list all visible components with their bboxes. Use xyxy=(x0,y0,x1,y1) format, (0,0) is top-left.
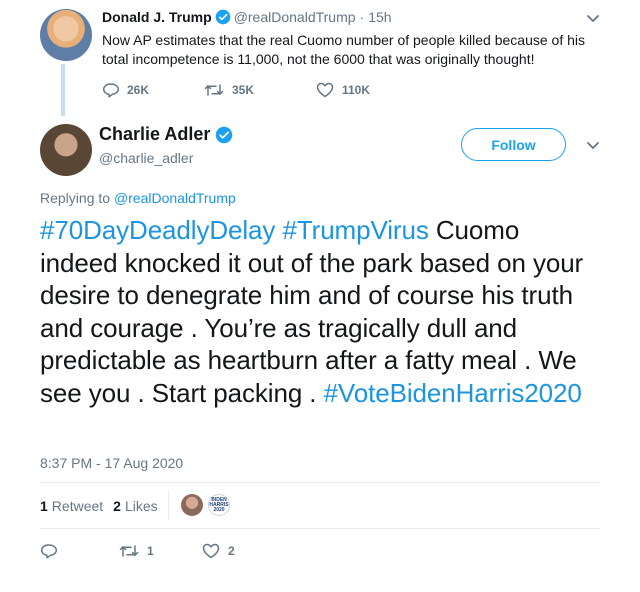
hashtag-link[interactable]: #TrumpVirus xyxy=(282,215,428,245)
likes-stat[interactable]: 2 Likes xyxy=(113,498,157,514)
parent-like-button[interactable]: 110K xyxy=(316,82,370,98)
stats-divider xyxy=(168,490,169,520)
verified-icon xyxy=(216,126,233,143)
retweets-stat[interactable]: 1 Retweet xyxy=(40,498,103,514)
parent-like-count: 110K xyxy=(342,83,371,97)
parent-retweet-button[interactable]: 35K xyxy=(204,82,286,98)
main-like-count: 2 xyxy=(228,544,235,558)
liker-avatar[interactable] xyxy=(181,494,203,516)
replying-to-label: Replying to xyxy=(40,190,111,206)
divider xyxy=(40,482,600,483)
main-author-name[interactable]: Charlie Adler xyxy=(99,124,210,145)
main-author-row: Charlie Adler xyxy=(99,124,236,145)
verified-icon xyxy=(215,9,231,25)
likes-number: 2 xyxy=(113,498,121,514)
main-avatar[interactable] xyxy=(40,124,92,176)
tweet-stats: 1 Retweet 2 Likes xyxy=(40,498,168,514)
retweet-icon xyxy=(204,84,224,96)
retweet-icon xyxy=(119,545,139,557)
heart-icon xyxy=(316,82,334,98)
parent-tweet-header: Donald J. Trump @realDonaldTrump · 15h xyxy=(102,9,392,25)
parent-author-handle[interactable]: @realDonaldTrump xyxy=(234,9,356,25)
parent-reply-count: 26K xyxy=(127,83,150,97)
retweets-number: 1 xyxy=(40,498,48,514)
main-tweet-text: #70DayDeadlyDelay #TrumpVirus Cuomo inde… xyxy=(40,214,600,410)
main-retweet-count: 1 xyxy=(147,544,154,558)
main-like-button[interactable]: 2 xyxy=(202,543,235,559)
parent-tweet-time[interactable]: 15h xyxy=(368,9,391,25)
retweets-label: Retweet xyxy=(51,498,104,514)
replying-to: Replying to @realDonaldTrump xyxy=(40,190,236,206)
parent-tweet-actions: 26K 35K 110K xyxy=(102,82,400,98)
parent-avatar[interactable] xyxy=(40,9,92,61)
hashtag-link[interactable]: #70DayDeadlyDelay xyxy=(40,215,275,245)
heart-icon xyxy=(202,543,220,559)
separator-dot: · xyxy=(359,9,365,25)
hashtag-link[interactable]: #VoteBidenHarris2020 xyxy=(324,378,582,408)
reply-icon xyxy=(102,83,119,98)
parent-reply-button[interactable]: 26K xyxy=(102,82,174,98)
likes-label: Likes xyxy=(124,498,158,514)
parent-retweet-count: 35K xyxy=(232,83,255,97)
main-reply-button[interactable] xyxy=(40,543,119,559)
main-author-handle[interactable]: @charlie_adler xyxy=(99,150,193,166)
main-chevron-down-icon[interactable] xyxy=(584,137,602,155)
main-tweet-actions: 1 2 xyxy=(40,543,235,559)
parent-tweet-text: Now AP estimates that the real Cuomo num… xyxy=(102,32,586,67)
badge-text: BIDEN HARRIS 2020 xyxy=(209,496,229,513)
likers-avatars: BIDEN HARRIS 2020 xyxy=(181,494,235,516)
liker-avatar-badge[interactable]: BIDEN HARRIS 2020 xyxy=(208,494,230,516)
parent-author-name[interactable]: Donald J. Trump xyxy=(102,9,212,25)
thread-line xyxy=(61,64,65,116)
replying-to-handle-link[interactable]: @realDonaldTrump xyxy=(114,190,236,206)
divider xyxy=(40,528,600,529)
parent-chevron-down-icon[interactable] xyxy=(584,10,602,28)
tweet-timestamp[interactable]: 8:37 PM - 17 Aug 2020 xyxy=(40,455,183,471)
main-retweet-button[interactable]: 1 xyxy=(119,543,202,559)
follow-button[interactable]: Follow xyxy=(461,128,566,161)
reply-icon xyxy=(40,544,57,559)
